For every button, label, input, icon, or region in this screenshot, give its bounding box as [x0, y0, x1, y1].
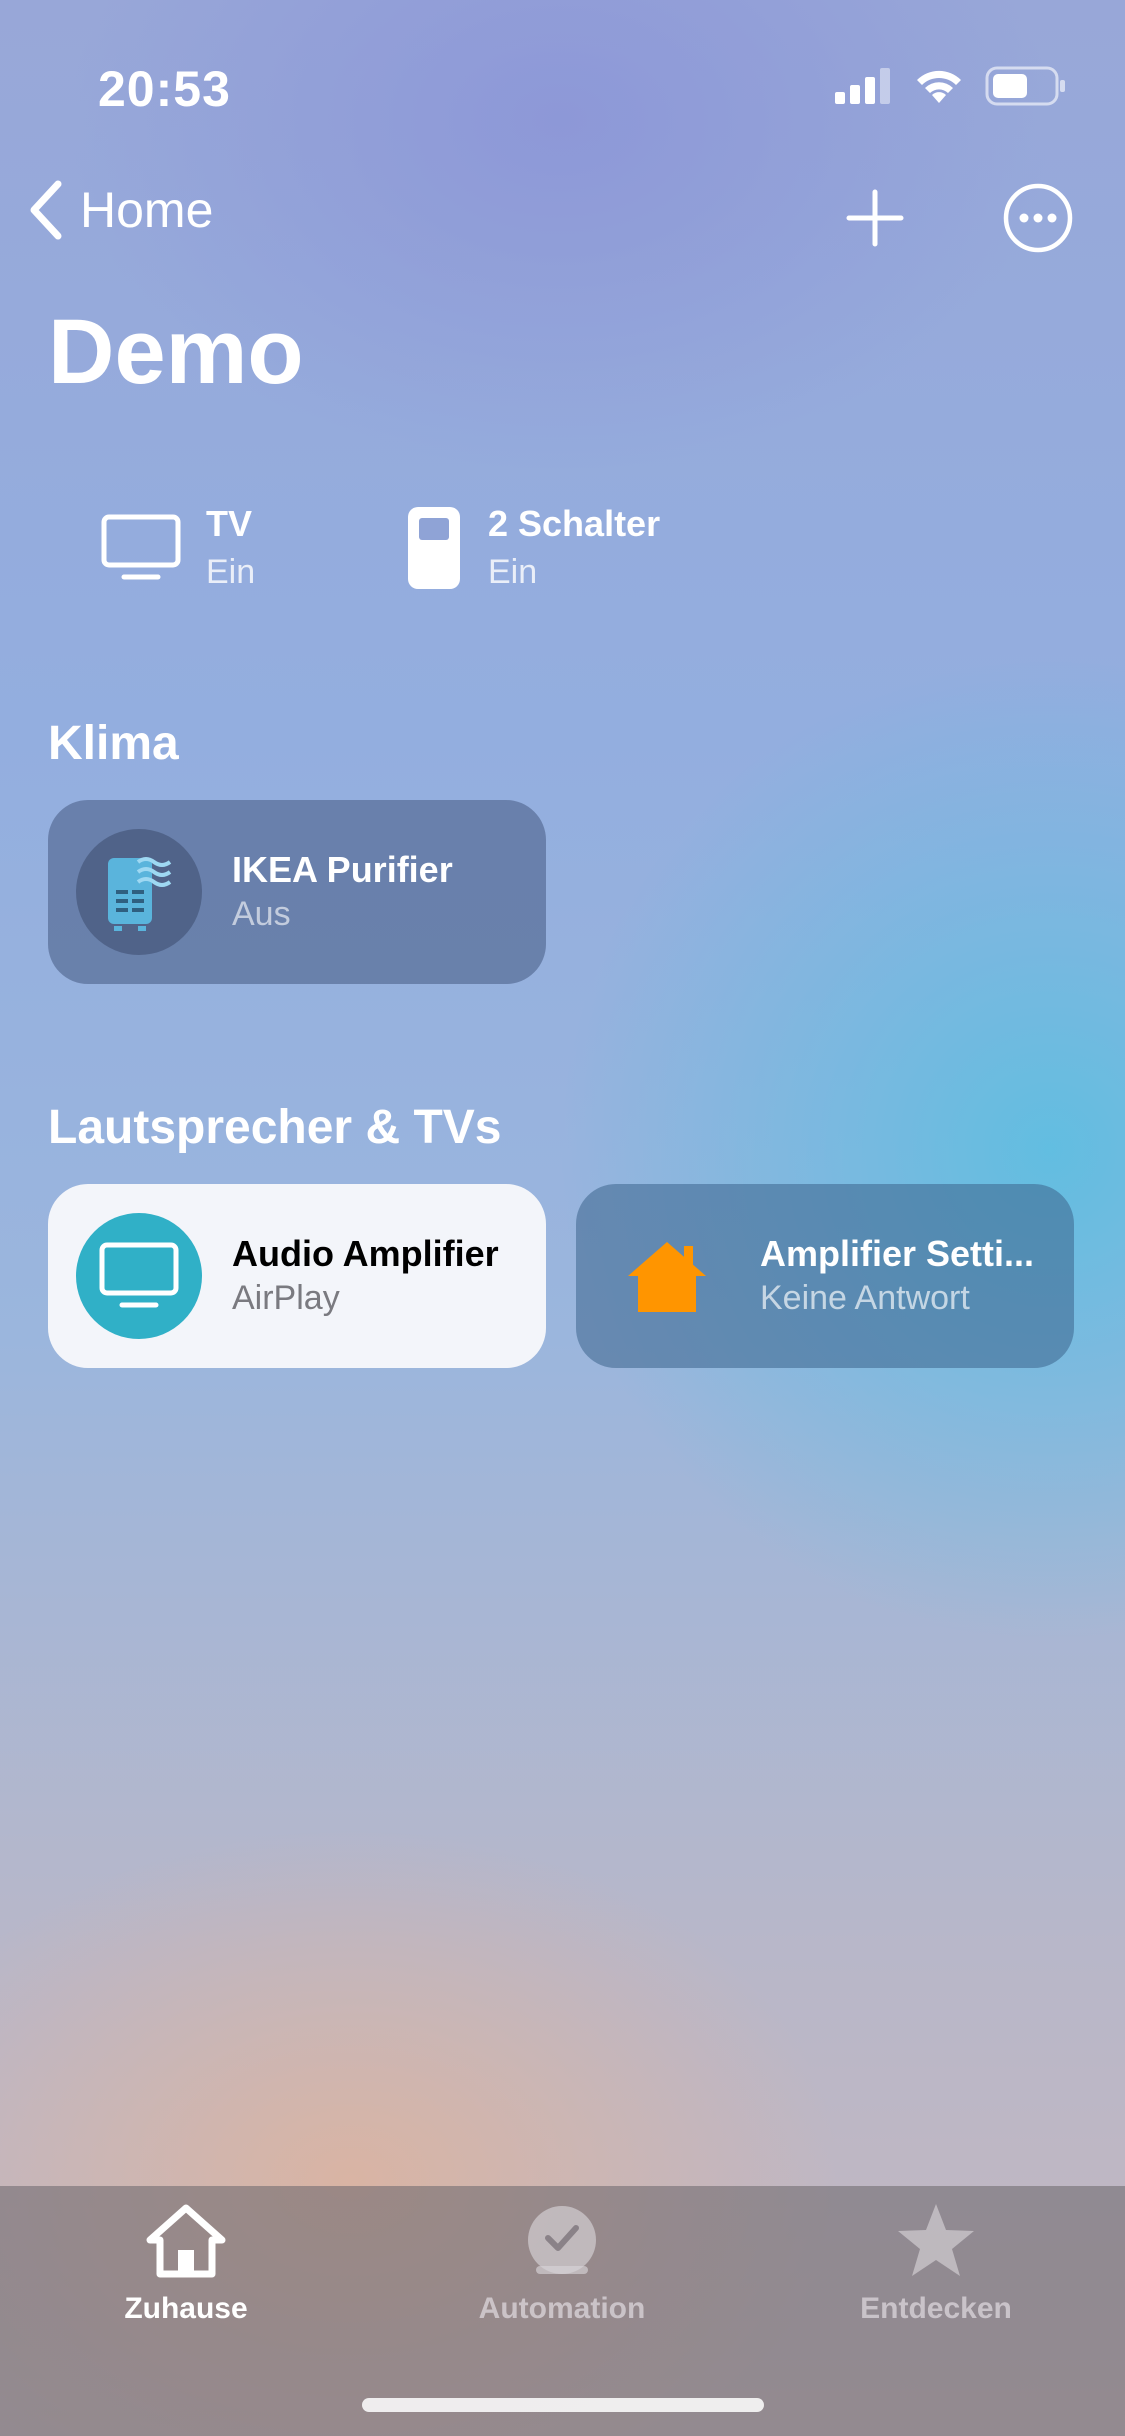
tab-home[interactable]: Zuhause	[56, 2202, 316, 2326]
tv-icon	[101, 514, 181, 580]
switch-icon	[408, 507, 460, 589]
air-purifier-icon	[108, 857, 172, 931]
plus-icon	[846, 189, 904, 247]
section-title-speakers: Lautsprecher & TVs	[48, 1101, 502, 1154]
tv-icon	[99, 1242, 179, 1308]
tab-label: Zuhause	[124, 2292, 248, 2325]
status-icons	[835, 66, 1067, 106]
tile-name: Amplifier Setti...	[760, 1233, 1035, 1274]
clock-check-icon	[528, 2206, 596, 2274]
accessory-tile-amplifier-settings[interactable]: Amplifier Setti... Keine Antwort	[576, 1184, 1074, 1368]
tile-state: Aus	[232, 895, 291, 933]
status-chip-tv[interactable]: TV Ein	[100, 500, 255, 596]
more-button[interactable]	[996, 176, 1080, 260]
cellular-signal-icon	[835, 68, 890, 104]
tab-label: Automation	[478, 2292, 646, 2325]
back-label: Home	[80, 182, 214, 238]
section-title-climate: Klima	[48, 717, 179, 770]
accessory-tile-ikea-purifier[interactable]: IKEA Purifier Aus	[48, 800, 546, 984]
house-icon	[628, 1242, 706, 1312]
status-time: 20:53	[98, 61, 231, 117]
wifi-icon	[917, 70, 961, 103]
ellipsis-circle-icon	[1003, 183, 1073, 253]
tile-icon-bg	[76, 829, 202, 955]
page-title: Demo	[48, 301, 304, 403]
accessory-tile-audio-amplifier[interactable]: Audio Amplifier AirPlay	[48, 1184, 546, 1368]
chip-name: 2 Schalter	[488, 503, 661, 544]
tile-name: IKEA Purifier	[232, 849, 453, 890]
tab-label: Entdecken	[860, 2292, 1012, 2325]
home-indicator	[362, 2398, 764, 2412]
tab-discover[interactable]: Entdecken	[806, 2202, 1066, 2326]
tile-state: AirPlay	[232, 1279, 340, 1317]
add-button[interactable]	[833, 176, 917, 260]
status-chip-switches[interactable]: 2 Schalter Ein	[404, 500, 660, 596]
star-icon	[898, 2204, 974, 2276]
chevron-left-icon	[30, 180, 62, 240]
chip-state: Ein	[488, 553, 538, 591]
tile-icon-bg	[76, 1213, 202, 1339]
tile-name: Audio Amplifier	[232, 1233, 499, 1274]
tile-state: Keine Antwort	[760, 1279, 970, 1317]
battery-icon	[985, 66, 1065, 106]
house-icon	[146, 2204, 226, 2278]
chip-name: TV	[206, 503, 253, 544]
tile-icon-bg	[604, 1213, 730, 1339]
back-button[interactable]: Home	[26, 180, 213, 240]
chip-state: Ein	[206, 553, 256, 591]
tab-automation[interactable]: Automation	[432, 2202, 692, 2326]
